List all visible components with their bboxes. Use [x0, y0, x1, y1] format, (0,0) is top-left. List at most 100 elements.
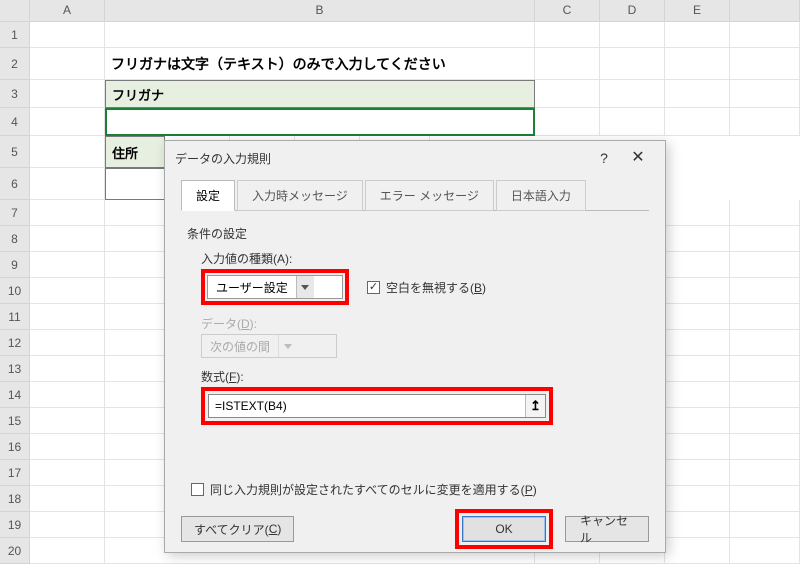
- row-header-2[interactable]: 2: [0, 48, 30, 80]
- cell-E10[interactable]: [665, 278, 730, 304]
- close-button[interactable]: ✕: [621, 143, 655, 173]
- cell-A19[interactable]: [30, 512, 105, 538]
- cell-E4[interactable]: [665, 108, 730, 136]
- cell-F12[interactable]: [730, 330, 800, 356]
- cell-B4[interactable]: [105, 108, 535, 136]
- cell-F9[interactable]: [730, 252, 800, 278]
- cell-A13[interactable]: [30, 356, 105, 382]
- cell-A9[interactable]: [30, 252, 105, 278]
- row-header-13[interactable]: 13: [0, 356, 30, 382]
- select-all-corner[interactable]: [0, 0, 30, 22]
- row-header-4[interactable]: 4: [0, 108, 30, 136]
- cell-D1[interactable]: [600, 22, 665, 48]
- cell-F13[interactable]: [730, 356, 800, 382]
- cell-F17[interactable]: [730, 460, 800, 486]
- row-header-10[interactable]: 10: [0, 278, 30, 304]
- cell-F7[interactable]: [730, 200, 800, 226]
- cell-B2[interactable]: フリガナは文字（テキスト）のみで入力してください: [105, 48, 535, 80]
- cell-F10[interactable]: [730, 278, 800, 304]
- cell-A10[interactable]: [30, 278, 105, 304]
- cell-E7[interactable]: [665, 200, 730, 226]
- cell-F19[interactable]: [730, 512, 800, 538]
- cell-B3[interactable]: フリガナ: [105, 80, 535, 108]
- cell-D4[interactable]: [600, 108, 665, 136]
- cell-E18[interactable]: [665, 486, 730, 512]
- cell-B5[interactable]: 住所: [105, 136, 165, 168]
- ignore-blank-checkbox[interactable]: ✓ 空白を無視する(B): [367, 279, 486, 296]
- col-header-a[interactable]: A: [30, 0, 105, 22]
- ok-button[interactable]: OK: [462, 516, 546, 542]
- cell-E13[interactable]: [665, 356, 730, 382]
- cell-E15[interactable]: [665, 408, 730, 434]
- dialog-titlebar[interactable]: データの入力規則 ? ✕: [165, 141, 665, 175]
- cell-F2[interactable]: [730, 48, 800, 80]
- row-header-15[interactable]: 15: [0, 408, 30, 434]
- clear-all-button[interactable]: すべてクリア(C): [181, 516, 294, 542]
- row-header-1[interactable]: 1: [0, 22, 30, 48]
- formula-input[interactable]: =ISTEXT(B4) ↥: [208, 394, 546, 418]
- cell-A2[interactable]: [30, 48, 105, 80]
- row-header-3[interactable]: 3: [0, 80, 30, 108]
- cell-A8[interactable]: [30, 226, 105, 252]
- cell-A3[interactable]: [30, 80, 105, 108]
- cell-E2[interactable]: [665, 48, 730, 80]
- cell-A1[interactable]: [30, 22, 105, 48]
- row-header-9[interactable]: 9: [0, 252, 30, 278]
- tab-settings[interactable]: 設定: [181, 180, 235, 211]
- cell-A7[interactable]: [30, 200, 105, 226]
- row-header-17[interactable]: 17: [0, 460, 30, 486]
- row-header-18[interactable]: 18: [0, 486, 30, 512]
- cell-E8[interactable]: [665, 226, 730, 252]
- row-header-14[interactable]: 14: [0, 382, 30, 408]
- tab-error-message[interactable]: エラー メッセージ: [365, 180, 494, 211]
- row-header-11[interactable]: 11: [0, 304, 30, 330]
- cell-E14[interactable]: [665, 382, 730, 408]
- apply-all-checkbox[interactable]: 同じ入力規則が設定されたすべてのセルに変更を適用する(P): [191, 481, 537, 498]
- tab-input-message[interactable]: 入力時メッセージ: [237, 180, 363, 211]
- cell-E17[interactable]: [665, 460, 730, 486]
- cell-F20[interactable]: [730, 538, 800, 564]
- row-header-16[interactable]: 16: [0, 434, 30, 460]
- cell-A12[interactable]: [30, 330, 105, 356]
- row-header-19[interactable]: 19: [0, 512, 30, 538]
- cell-C4[interactable]: [535, 108, 600, 136]
- cell-A17[interactable]: [30, 460, 105, 486]
- help-button[interactable]: ?: [587, 143, 621, 173]
- cell-A11[interactable]: [30, 304, 105, 330]
- cell-D3[interactable]: [600, 80, 665, 108]
- row-header-6[interactable]: 6: [0, 168, 30, 200]
- cell-F18[interactable]: [730, 486, 800, 512]
- row-header-20[interactable]: 20: [0, 538, 30, 564]
- cell-A14[interactable]: [30, 382, 105, 408]
- row-header-5[interactable]: 5: [0, 136, 30, 168]
- row-header-8[interactable]: 8: [0, 226, 30, 252]
- cell-C1[interactable]: [535, 22, 600, 48]
- cell-E11[interactable]: [665, 304, 730, 330]
- cell-E20[interactable]: [665, 538, 730, 564]
- cell-E9[interactable]: [665, 252, 730, 278]
- cell-F3[interactable]: [730, 80, 800, 108]
- cell-A4[interactable]: [30, 108, 105, 136]
- cancel-button[interactable]: キャンセル: [565, 516, 649, 542]
- cell-F11[interactable]: [730, 304, 800, 330]
- cell-E16[interactable]: [665, 434, 730, 460]
- cell-F16[interactable]: [730, 434, 800, 460]
- cell-D2[interactable]: [600, 48, 665, 80]
- col-header-e[interactable]: E: [665, 0, 730, 22]
- allow-select-button[interactable]: [296, 276, 314, 298]
- cell-B6[interactable]: [105, 168, 165, 200]
- cell-E1[interactable]: [665, 22, 730, 48]
- col-header-c[interactable]: C: [535, 0, 600, 22]
- cell-A15[interactable]: [30, 408, 105, 434]
- row-header-12[interactable]: 12: [0, 330, 30, 356]
- cell-A6[interactable]: [30, 168, 105, 200]
- cell-B1[interactable]: [105, 22, 535, 48]
- cell-F8[interactable]: [730, 226, 800, 252]
- row-header-7[interactable]: 7: [0, 200, 30, 226]
- cell-A18[interactable]: [30, 486, 105, 512]
- allow-select[interactable]: ユーザー設定: [207, 275, 343, 299]
- cell-F15[interactable]: [730, 408, 800, 434]
- cell-C2[interactable]: [535, 48, 600, 80]
- cell-F1[interactable]: [730, 22, 800, 48]
- cell-F14[interactable]: [730, 382, 800, 408]
